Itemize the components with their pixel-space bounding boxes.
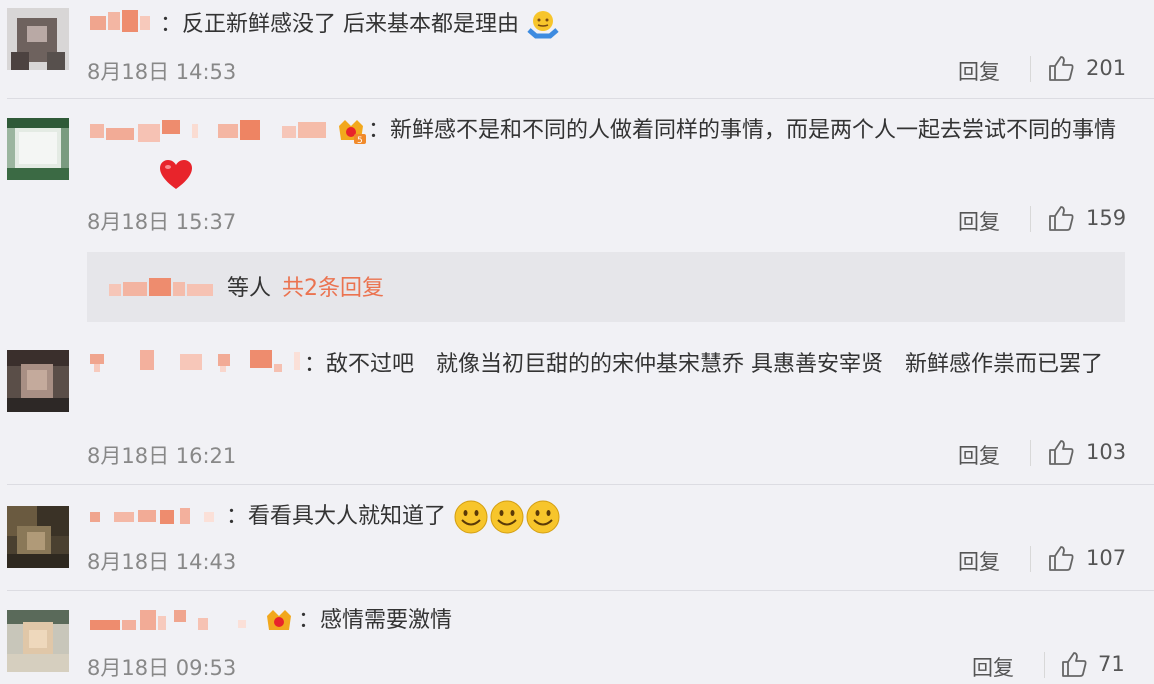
crown-badge-icon [267, 610, 291, 630]
divider [7, 590, 1154, 591]
comment-body: ：反正新鲜感没了 后来基本都是理由 [160, 12, 519, 37]
comment-time: 8月18日 14:43 [87, 550, 237, 574]
comment-time: 8月18日 14:53 [87, 60, 237, 84]
smiley-emoji [490, 500, 524, 534]
username[interactable] [90, 506, 220, 530]
like-count: 103 [1086, 440, 1127, 464]
shrug-emoji [527, 11, 559, 39]
sub-reply-suffix: 等人 [227, 276, 272, 301]
divider [1030, 56, 1031, 82]
avatar[interactable] [7, 118, 69, 180]
like-count: 107 [1086, 546, 1127, 570]
reply-button[interactable]: 回复 [958, 546, 1000, 576]
divider [1044, 652, 1045, 678]
comment-time: 8月18日 09:53 [87, 656, 237, 680]
comment-body: ：敌不过吧 就像当初巨甜的的宋仲基宋慧乔 具惠善安宰贤 新鲜感作祟而已罢了 [304, 352, 1103, 377]
divider [7, 484, 1154, 485]
vip-level: 5 [357, 136, 363, 146]
thumbs-up-icon[interactable] [1047, 204, 1075, 232]
like-count: 159 [1086, 206, 1127, 230]
comment-time: 8月18日 15:37 [87, 210, 237, 234]
comment-body: ：看看具大人就知道了 [226, 504, 447, 529]
thumbs-up-icon[interactable] [1047, 54, 1075, 82]
reply-button[interactable]: 回复 [958, 206, 1000, 236]
username[interactable] [109, 276, 219, 300]
comment-text: ：感情需要激情 [298, 596, 452, 646]
smiley-emoji [454, 500, 488, 534]
heart-emoji [160, 160, 192, 189]
avatar[interactable] [7, 610, 69, 672]
comment-body: ：新鲜感不是和不同的人做着同样的事情，而是两个人一起去尝试不同的事情 [368, 118, 1117, 143]
thumbs-up-icon[interactable] [1060, 650, 1088, 678]
sub-reply-link[interactable]: 共2条回复 [282, 276, 384, 301]
crown-badge-icon: 5 [339, 120, 366, 146]
smiley-emoji [526, 500, 560, 534]
thumbs-up-icon[interactable] [1047, 438, 1075, 466]
username[interactable] [90, 10, 154, 34]
avatar[interactable] [7, 8, 69, 70]
reply-button[interactable]: 回复 [958, 440, 1000, 470]
username[interactable] [90, 610, 260, 634]
divider [1030, 440, 1031, 466]
reply-button[interactable]: 回复 [972, 652, 1014, 682]
comment-time: 8月18日 16:21 [87, 444, 237, 468]
comment-body: ：感情需要激情 [298, 608, 453, 633]
divider [1030, 206, 1031, 232]
thumbs-up-icon[interactable] [1047, 544, 1075, 572]
avatar[interactable] [7, 506, 69, 568]
divider [7, 98, 1154, 99]
sub-reply-box[interactable]: 等人 共2条回复 [87, 252, 1125, 322]
like-count: 71 [1098, 652, 1125, 676]
comment-text: ：反正新鲜感没了 后来基本都是理由 [160, 0, 560, 50]
reply-button[interactable]: 回复 [958, 56, 1000, 86]
username[interactable] [90, 350, 300, 374]
username[interactable] [90, 120, 330, 144]
comment-text: ：新鲜感不是和不同的人做着同样的事情，而是两个人一起去尝试不同的事情 [368, 106, 1128, 156]
comment-text: ：敌不过吧 就像当初巨甜的的宋仲基宋慧乔 具惠善安宰贤 新鲜感作祟而已罢了 [304, 340, 1128, 390]
comment-text: ：看看具大人就知道了 [226, 492, 561, 542]
like-count: 201 [1086, 56, 1127, 80]
avatar[interactable] [7, 350, 69, 412]
divider [1030, 546, 1031, 572]
